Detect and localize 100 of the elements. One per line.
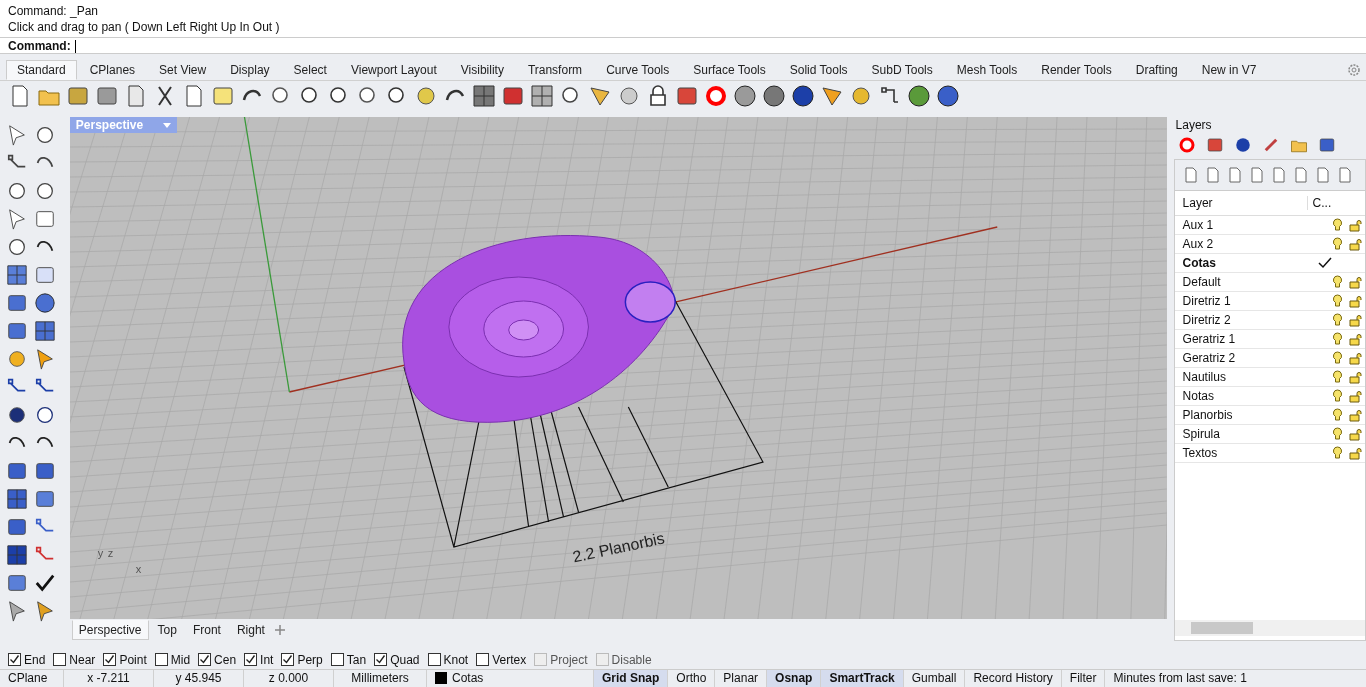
layer-name[interactable]: Notas: [1174, 389, 1328, 403]
layer-color-swatch: [435, 672, 447, 685]
unlocked-padlock-icon[interactable]: [1348, 408, 1362, 422]
checkbox[interactable]: [330, 653, 344, 667]
toolbar-tab[interactable]: New in V7: [1190, 60, 1268, 80]
toolbar-tab[interactable]: Transform: [516, 60, 594, 80]
viewport-tab[interactable]: Front: [185, 620, 228, 640]
toolbar-tab[interactable]: Standard: [6, 60, 77, 80]
layer-name[interactable]: Aux 1: [1174, 218, 1328, 232]
osnap-label[interactable]: Cen: [214, 652, 237, 667]
viewport-tab[interactable]: Right: [229, 620, 272, 640]
status-toggle[interactable]: Osnap: [767, 669, 822, 687]
layer-name[interactable]: Textos: [1174, 446, 1328, 460]
osnap-label[interactable]: Vertex: [492, 652, 527, 667]
command-input-field[interactable]: Command:: [0, 37, 1366, 54]
layer-name[interactable]: Planorbis: [1174, 408, 1328, 422]
unlocked-padlock-icon[interactable]: [1348, 370, 1362, 384]
circle-icon[interactable]: [6, 180, 28, 202]
unlocked-padlock-icon[interactable]: [1348, 351, 1362, 365]
osnap-label[interactable]: Int: [260, 652, 274, 667]
new-layer-icon[interactable]: [1182, 167, 1199, 183]
rectangle-icon[interactable]: [34, 208, 56, 230]
checkbox[interactable]: [427, 653, 441, 667]
checkbox[interactable]: [281, 653, 295, 667]
current-layer-label[interactable]: Cotas: [452, 671, 484, 686]
toolbar-tab[interactable]: SubD Tools: [860, 60, 944, 80]
osnap-label[interactable]: Near: [69, 652, 96, 667]
unlocked-padlock-icon[interactable]: [1348, 218, 1362, 232]
osnap-label[interactable]: Mid: [170, 652, 191, 667]
toolbar-tab[interactable]: Set View: [148, 60, 218, 80]
toolbar-tab[interactable]: Curve Tools: [595, 60, 681, 80]
ellipse-icon[interactable]: [34, 180, 56, 202]
status-toggle[interactable]: SmartTrack: [821, 669, 904, 687]
settings-icon[interactable]: [1347, 63, 1361, 77]
layer-name[interactable]: Nautilus: [1174, 370, 1328, 384]
column-header[interactable]: C...: [1307, 196, 1332, 210]
layer-name[interactable]: Diretriz 2: [1174, 313, 1328, 327]
viewport-background[interactable]: Perspective 2.2 Planorbis y z x: [69, 117, 1167, 619]
checkbox[interactable]: [244, 653, 258, 667]
horizontal-scrollbar[interactable]: [1174, 620, 1365, 636]
point-icon[interactable]: [34, 124, 56, 146]
document-icon[interactable]: [1336, 167, 1353, 183]
toolbar-tab[interactable]: Solid Tools: [778, 60, 859, 80]
layer-name[interactable]: Geratriz 1: [1174, 332, 1328, 346]
status-toggle[interactable]: Grid Snap: [594, 669, 669, 687]
layer-name[interactable]: Aux 2: [1174, 237, 1328, 251]
axis-label: y: [97, 547, 104, 559]
status-toggle[interactable]: Record History: [965, 669, 1062, 687]
osnap-label[interactable]: Tan: [346, 652, 367, 667]
toolbar-tab[interactable]: Surface Tools: [682, 60, 777, 80]
checkbox[interactable]: [476, 653, 490, 667]
layer-name[interactable]: Spirula: [1174, 427, 1328, 441]
pointer-icon[interactable]: [6, 124, 28, 146]
sphere-icon[interactable]: [733, 84, 757, 108]
toolbar-tab[interactable]: CPlanes: [78, 60, 147, 80]
add-icon[interactable]: [273, 624, 286, 636]
unlocked-padlock-icon[interactable]: [1348, 427, 1362, 441]
four-viewports-icon[interactable]: [472, 84, 496, 108]
checkbox[interactable]: [374, 653, 388, 667]
osnap-label[interactable]: Point: [119, 652, 147, 667]
checkbox[interactable]: [8, 653, 21, 667]
layer-name[interactable]: Geratriz 2: [1174, 351, 1328, 365]
column-header[interactable]: Layer: [1174, 196, 1308, 210]
unlocked-padlock-icon[interactable]: [1348, 294, 1362, 308]
checkbox[interactable]: [154, 653, 168, 667]
checkbox[interactable]: [103, 653, 117, 667]
check-icon[interactable]: [1317, 257, 1332, 269]
layer-name[interactable]: Default: [1174, 275, 1328, 289]
layer-name[interactable]: Cotas: [1174, 256, 1328, 270]
status-toggle[interactable]: Ortho: [668, 669, 716, 687]
checkbox[interactable]: [198, 653, 212, 667]
sphere-icon[interactable]: [1233, 136, 1252, 154]
viewport-tab[interactable]: Perspective: [71, 620, 149, 640]
unlocked-padlock-icon[interactable]: [1348, 313, 1362, 327]
status-toggle[interactable]: Gumball: [903, 669, 966, 687]
toolbar-tab[interactable]: Render Tools: [1030, 60, 1123, 80]
toolbar-tab[interactable]: Visibility: [449, 60, 515, 80]
toolbar-tab[interactable]: Select: [282, 60, 338, 80]
checkbox[interactable]: [53, 653, 67, 667]
unlocked-padlock-icon[interactable]: [1348, 389, 1362, 403]
unlocked-padlock-icon[interactable]: [1348, 332, 1362, 346]
unlocked-padlock-icon[interactable]: [1348, 275, 1362, 289]
unlocked-padlock-icon[interactable]: [1348, 237, 1362, 251]
toolbar-tab[interactable]: Drafting: [1124, 60, 1189, 80]
status-toggle[interactable]: Filter: [1061, 669, 1106, 687]
unlocked-padlock-icon[interactable]: [1348, 446, 1362, 460]
viewport-tab[interactable]: Top: [150, 620, 184, 640]
units-label[interactable]: Millimeters: [334, 669, 427, 687]
osnap-label[interactable]: End: [24, 652, 46, 667]
toolbar-tab[interactable]: Display: [219, 60, 281, 80]
osnap-label[interactable]: Knot: [443, 652, 469, 667]
osnap-label[interactable]: Perp: [297, 652, 323, 667]
check-icon[interactable]: [34, 572, 56, 594]
sphere-icon[interactable]: [762, 84, 786, 108]
toolbar-tab[interactable]: Viewport Layout: [339, 60, 448, 80]
layer-name[interactable]: Diretriz 1: [1174, 294, 1328, 308]
osnap-label[interactable]: Quad: [390, 652, 420, 667]
toolbar-tab[interactable]: Mesh Tools: [945, 60, 1029, 80]
sphere-icon[interactable]: [791, 84, 815, 108]
cplane-label[interactable]: CPlane: [0, 669, 64, 687]
